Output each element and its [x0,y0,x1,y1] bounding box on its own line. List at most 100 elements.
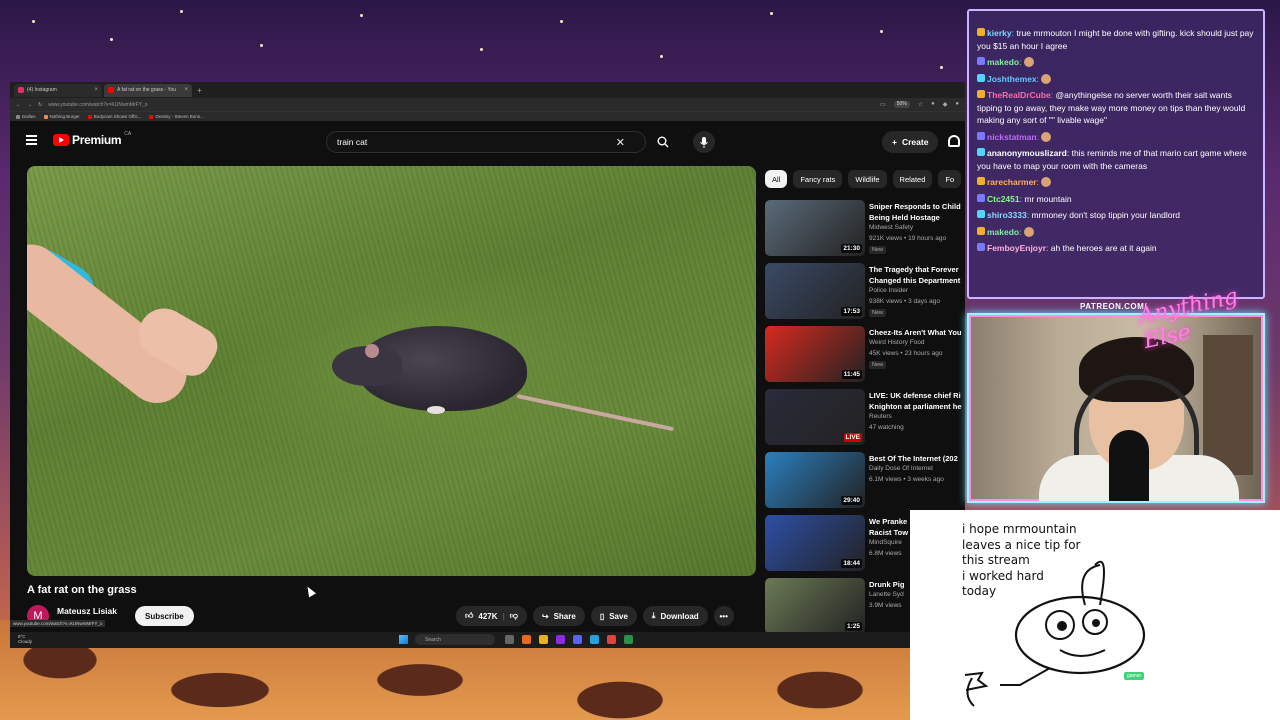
chat-username[interactable]: makedo [987,57,1019,67]
task-view-icon[interactable] [505,635,514,644]
bookmark-item[interactable]: Dailies [16,114,36,119]
recommendation-item[interactable]: 17:53 The Tragedy that Forever Changed t… [765,263,965,326]
video-thumbnail[interactable]: 11:45 [765,326,865,382]
chat-username[interactable]: nickstatman [987,132,1037,142]
chat-username[interactable]: Ctc2451 [987,194,1020,204]
firefox-icon[interactable] [522,635,531,644]
file-explorer-icon[interactable] [539,635,548,644]
chrome-icon[interactable] [607,635,616,644]
recommendation-channel[interactable]: Midwest Safety [869,224,913,231]
search-button[interactable] [649,131,677,153]
create-button[interactable]: + Create [882,131,939,153]
app-icon[interactable] [556,635,565,644]
recommendation-channel[interactable]: Weird History Food [869,339,925,346]
recommendation-title[interactable]: Cheez-Its Aren't What You [869,327,965,338]
bookmark-item[interactable]: Destiny - Steven Bonn... [149,114,204,119]
recommendation-channel[interactable]: Police Insider [869,287,908,294]
more-actions-button[interactable]: ••• [713,606,734,626]
close-tab-icon[interactable]: × [184,87,188,93]
forward-icon[interactable]: → [27,102,32,108]
install-icon[interactable]: ▭ [880,101,886,108]
chat-username[interactable]: kierky [987,28,1012,38]
save-button[interactable]: ▯ Save [590,606,637,626]
close-tab-icon[interactable]: × [94,87,98,93]
video-thumbnail[interactable]: 21:30 [765,200,865,256]
recommendation-title[interactable]: The Tragedy that Forever Changed this De… [869,264,965,286]
recommendation-chips: All Fancy rats Wildlife Related Fo [765,170,962,188]
share-button[interactable]: ↪ Share [532,606,585,626]
address-bar: ← → ↻ www.youtube.com/watch?v=KUNwmMrFY_… [10,98,965,111]
video-thumbnail[interactable]: 18:44 [765,515,865,571]
channel-name[interactable]: Mateusz Lisiak [57,606,117,616]
recommendation-item[interactable]: 21:30 Sniper Responds to Child Being Hel… [765,200,965,263]
chip-more[interactable]: Fo [938,170,962,188]
extension-icon[interactable]: ● [931,101,935,108]
chat-username[interactable]: makedo [987,227,1019,237]
video-thumbnail[interactable]: LIVE [765,389,865,445]
thumbs-down-icon[interactable]: 👎︎ [510,611,518,621]
recommendation-channel[interactable]: Reuters [869,413,892,420]
recommendation-title[interactable]: LIVE: UK defense chief Ri Knighton at pa… [869,390,965,412]
chat-username[interactable]: TheRealDrCube [987,90,1051,100]
new-badge: New [869,309,887,317]
zoom-badge[interactable]: 50% [893,101,910,108]
search-box[interactable]: train cat ✕ [326,131,669,153]
like-button[interactable]: 👍︎ 427K | 👎︎ [456,606,527,626]
chip-wildlife[interactable]: Wildlife [848,170,887,188]
chat-username[interactable]: shiro3333 [987,210,1027,220]
app-icon[interactable] [590,635,599,644]
reload-icon[interactable]: ↻ [38,102,42,108]
download-button[interactable]: ⤓ Download [642,606,708,626]
taskbar-search[interactable]: Search [415,634,495,645]
extensions-puzzle-icon[interactable]: ◆ [943,101,948,108]
tab-instagram[interactable]: (4) Instagram × [14,83,102,97]
profile-icon[interactable]: ● [955,101,959,108]
chat-username[interactable]: rarecharmer [987,177,1037,187]
recommendation-item[interactable]: 11:45 Cheez-Its Aren't What You Weird Hi… [765,326,965,389]
chat-username[interactable]: Joshthemex [987,74,1037,84]
chat-username[interactable]: FemboyEnjoyr [987,243,1046,253]
subscribe-button[interactable]: Subscribe [135,606,194,626]
chip-fancy-rats[interactable]: Fancy rats [793,170,843,188]
voice-search-button[interactable] [693,131,715,153]
bookmarks-bar: Dailies Nothing Burger Bodycam Shows Off… [10,111,965,121]
recommendation-channel[interactable]: MindSquire [869,539,902,546]
back-icon[interactable]: ← [16,102,21,108]
bookmark-star-icon[interactable]: ☆ [918,101,923,108]
chat-username[interactable]: ananonymouslizard [987,148,1067,158]
youtube-logo[interactable]: Premium CA [53,131,131,147]
gamer-tag: gamer [1124,672,1145,680]
notifications-bell-icon[interactable] [948,135,960,147]
subscriber-badge-icon [977,131,985,140]
recommendation-title[interactable]: Best Of The Internet (202 [869,453,965,464]
chip-related[interactable]: Related [892,170,933,188]
windows-start-icon[interactable] [399,635,408,644]
recommendation-channel[interactable]: Lanette Syd [869,591,904,598]
video-thumbnail[interactable]: 1:25 [765,578,865,634]
chip-all[interactable]: All [765,170,788,188]
recommendation-item[interactable]: LIVE LIVE: UK defense chief Ri Knighton … [765,389,965,452]
clear-search-icon[interactable]: ✕ [616,136,625,149]
subscriber-badge-icon [977,148,985,156]
recommendation-meta: 47 watching [869,424,904,431]
hamburger-menu-icon[interactable] [26,135,37,145]
discord-icon[interactable] [573,635,582,644]
video-player[interactable] [27,166,756,576]
url-field[interactable]: www.youtube.com/watch?v=KUNwmMrFY_o [48,102,147,108]
video-thumbnail[interactable]: 29:40 [765,452,865,508]
recommendation-channel[interactable]: Daily Dose Of Internet [869,465,933,472]
app-icon[interactable] [624,635,633,644]
new-tab-button[interactable]: + [197,86,202,95]
weather-widget[interactable]: 8°C Cloudy [18,634,32,644]
taskbar-apps [505,635,633,644]
chat-message: rarecharmer: [977,176,1255,189]
chat-badges [977,148,985,156]
recommendation-item[interactable]: 29:40 Best Of The Internet (202 Daily Do… [765,452,965,515]
bookmark-item[interactable]: Nothing Burger [43,114,80,119]
recommendation-title[interactable]: Sniper Responds to Child Being Held Host… [869,201,965,223]
tab-youtube[interactable]: A fat rat on the grass - You × [104,83,192,97]
search-input[interactable]: train cat [337,137,616,147]
video-thumbnail[interactable]: 17:53 [765,263,865,319]
drawing-panel: i hope mrmountain leaves a nice tip for … [910,510,1280,720]
bookmark-item[interactable]: Bodycam Shows Offic... [87,114,141,119]
